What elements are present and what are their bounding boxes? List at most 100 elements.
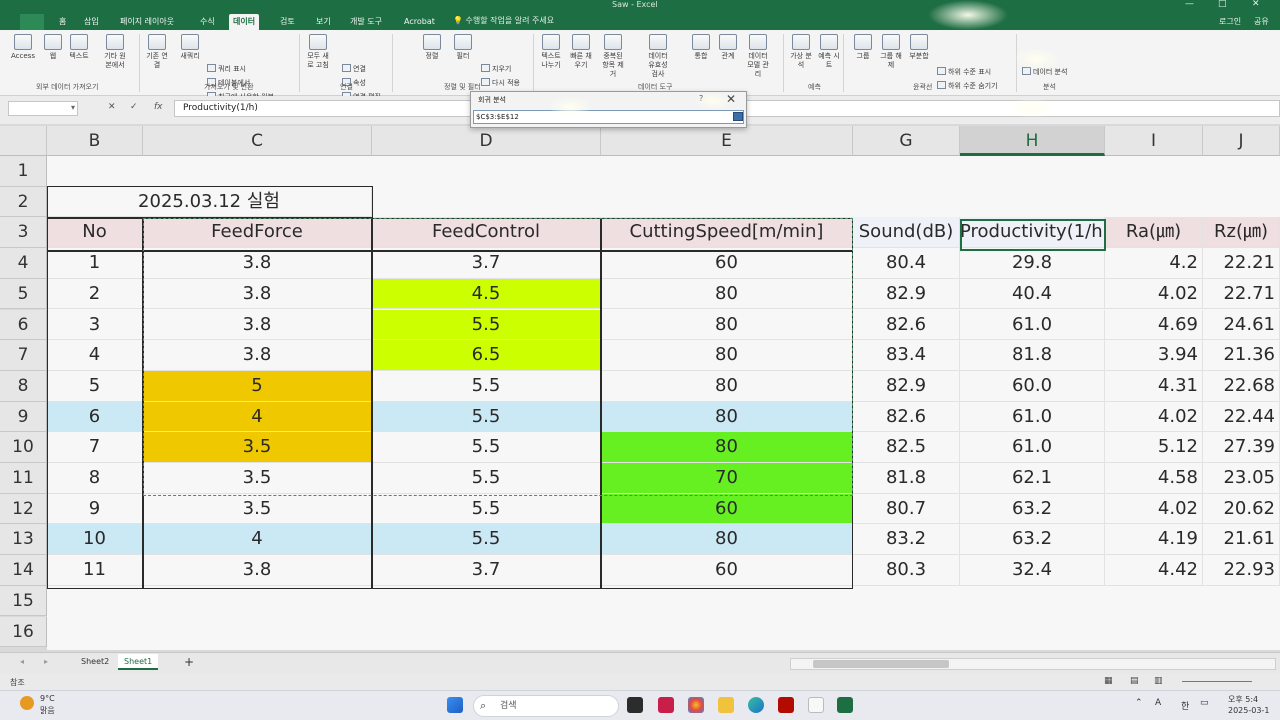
task-view-icon[interactable] (627, 697, 643, 713)
chrome-icon[interactable] (688, 697, 704, 713)
column-header-e[interactable]: E (601, 126, 853, 156)
ribbon-button[interactable]: 텍스트 (66, 34, 92, 61)
data-cell[interactable]: 80 (601, 309, 853, 341)
data-cell[interactable]: 5.12 (1105, 432, 1203, 463)
data-cell[interactable]: 2 (47, 278, 143, 310)
data-cell[interactable]: 7 (47, 432, 143, 463)
sheet-tab-sheet1[interactable]: Sheet1 (118, 654, 159, 670)
data-cell[interactable]: 4.69 (1105, 309, 1203, 341)
data-cell[interactable]: 23.05 (1203, 463, 1280, 494)
data-cell[interactable]: 5.5 (372, 463, 601, 494)
tab-home[interactable]: 홈 (55, 14, 70, 30)
sign-in-link[interactable]: 로그인 (1219, 16, 1241, 27)
row-header-5[interactable]: 5 (0, 278, 47, 310)
data-cell[interactable]: 4 (47, 340, 143, 371)
select-all-corner[interactable] (0, 126, 47, 156)
ribbon-small-button[interactable]: 데이터 분석 (1022, 67, 1067, 77)
chevron-down-icon[interactable]: ▾ (71, 103, 75, 112)
ribbon-button[interactable]: 필터 (450, 34, 476, 61)
tab-view[interactable]: 보기 (312, 14, 335, 30)
ribbon-button[interactable]: 그룹 (850, 34, 876, 61)
data-cell[interactable]: 1 (47, 248, 143, 279)
tab-data[interactable]: 데이터 (229, 14, 260, 30)
zoom-slider[interactable] (1182, 681, 1252, 682)
row-header-14[interactable]: 14 (0, 555, 47, 586)
range-select-icon[interactable] (733, 112, 743, 121)
data-cell[interactable]: 3.8 (143, 309, 372, 341)
edge-icon[interactable] (748, 697, 764, 713)
data-cell[interactable]: 3.5 (143, 493, 372, 525)
ribbon-button[interactable]: 데이터 모델 관리 (745, 34, 771, 79)
sheet-tab-sheet2[interactable]: Sheet2 (75, 654, 115, 670)
table-header-cell[interactable]: FeedControl (372, 217, 601, 249)
data-cell[interactable]: 80 (601, 370, 853, 402)
data-cell[interactable]: 4.42 (1105, 555, 1203, 586)
data-cell[interactable]: 60.0 (960, 370, 1105, 402)
data-cell[interactable]: 27.39 (1203, 432, 1280, 463)
row-header-1[interactable]: 1 (0, 156, 47, 187)
tray-chevron-icon[interactable]: ⌃ (1135, 698, 1143, 708)
data-cell[interactable]: 81.8 (853, 463, 960, 494)
add-sheet-icon[interactable]: + (178, 654, 200, 670)
column-header-b[interactable]: B (47, 126, 143, 156)
row-header-6[interactable]: 6 (0, 309, 47, 341)
data-cell[interactable]: 5.5 (372, 432, 601, 463)
ribbon-small-button[interactable]: 하위 수준 숨기기 (937, 81, 998, 91)
data-cell[interactable]: 3.94 (1105, 340, 1203, 371)
data-cell[interactable]: 4.58 (1105, 463, 1203, 494)
data-cell[interactable]: 4.02 (1105, 493, 1203, 525)
data-cell[interactable]: 5.5 (372, 309, 601, 341)
ribbon-button[interactable]: 통합 (688, 34, 714, 61)
acrobat-icon[interactable] (778, 697, 794, 713)
data-cell[interactable]: 83.2 (853, 524, 960, 556)
tab-formulas[interactable]: 수식 (196, 14, 219, 30)
data-cell[interactable]: 61.0 (960, 401, 1105, 433)
ribbon-small-button[interactable]: 하위 수준 표시 (937, 67, 991, 77)
name-box[interactable]: ▾ (8, 101, 78, 116)
data-cell[interactable]: 22.93 (1203, 555, 1280, 586)
horizontal-scrollbar[interactable] (790, 658, 1276, 670)
row-header-7[interactable]: 7 (0, 340, 47, 371)
data-cell[interactable]: 63.2 (960, 524, 1105, 556)
data-cell[interactable]: 81.8 (960, 340, 1105, 371)
font-a-icon[interactable]: A (1155, 698, 1161, 708)
column-header-i[interactable]: I (1105, 126, 1203, 156)
row-header-13[interactable]: 13 (0, 524, 47, 556)
row-header-2[interactable]: 2 (0, 186, 47, 218)
row-header-9[interactable]: 9 (0, 401, 47, 433)
ribbon-button[interactable]: 가상 분석 (788, 34, 814, 70)
ribbon-button[interactable]: 중복된 항목 제거 (600, 34, 626, 79)
data-cell[interactable]: 6 (47, 401, 143, 433)
data-cell[interactable]: 24.61 (1203, 309, 1280, 341)
column-header-c[interactable]: C (143, 126, 372, 156)
data-cell[interactable]: 80.4 (853, 248, 960, 279)
data-cell[interactable]: 6.5 (372, 340, 601, 371)
data-cell[interactable]: 22.71 (1203, 278, 1280, 310)
data-cell[interactable]: 3.8 (143, 555, 372, 586)
data-cell[interactable]: 4.19 (1105, 524, 1203, 556)
data-cell[interactable]: 80 (601, 432, 853, 463)
column-header-j[interactable]: J (1203, 126, 1280, 156)
data-cell[interactable]: 8 (47, 463, 143, 494)
data-cell[interactable]: 5.5 (372, 524, 601, 556)
ribbon-button[interactable]: 새쿼리 (177, 34, 203, 61)
cancel-icon[interactable]: ✕ (108, 102, 116, 112)
data-cell[interactable]: 20.62 (1203, 493, 1280, 525)
data-cell[interactable]: 22.21 (1203, 248, 1280, 279)
data-cell[interactable]: 5 (47, 370, 143, 402)
help-icon[interactable]: ? (699, 94, 703, 103)
input-range-field[interactable]: $C$3:$E$12 (473, 110, 744, 124)
data-cell[interactable]: 40.4 (960, 278, 1105, 310)
data-cell[interactable]: 10 (47, 524, 143, 556)
data-cell[interactable]: 5.5 (372, 493, 601, 525)
row-header-3[interactable]: 3 (0, 217, 47, 249)
sheet-title-cell[interactable]: 2025.03.12 실험 (47, 186, 372, 218)
scroll-left-icon[interactable]: ◂ (14, 654, 30, 670)
ribbon-small-button[interactable]: 지우기 (481, 64, 511, 74)
data-cell[interactable]: 4 (143, 401, 372, 433)
minimize-button[interactable]: — (1185, 0, 1194, 9)
data-cell[interactable]: 3.7 (372, 248, 601, 279)
tab-acrobat[interactable]: Acrobat (400, 14, 439, 30)
scrollbar-thumb[interactable] (813, 660, 949, 668)
data-cell[interactable]: 29.8 (960, 248, 1105, 279)
